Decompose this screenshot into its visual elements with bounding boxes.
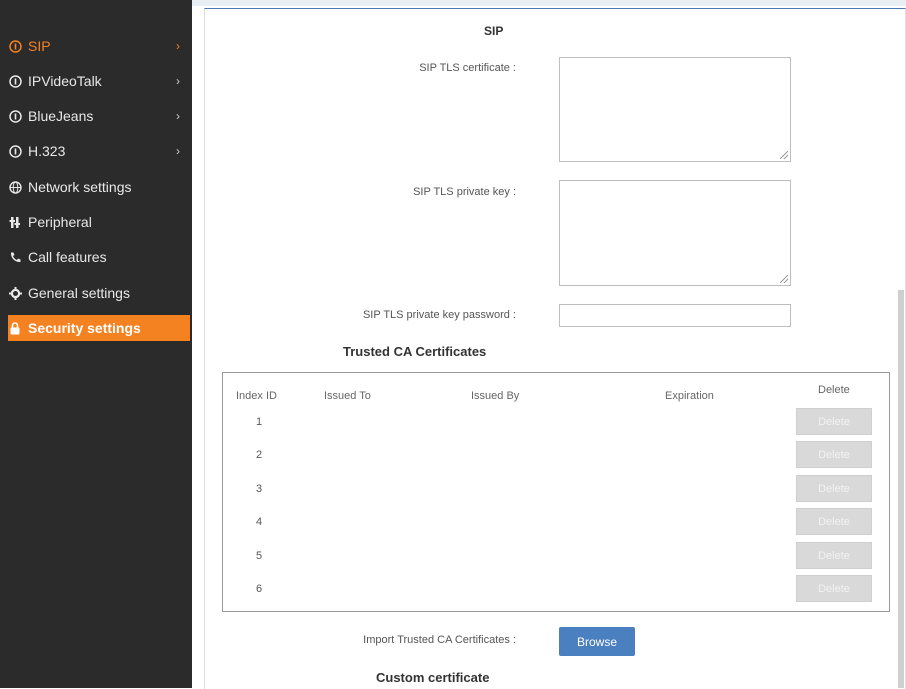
column-header-issued-to: Issued To xyxy=(324,390,371,402)
delete-button[interactable]: Delete xyxy=(796,408,872,435)
delete-button[interactable]: Delete xyxy=(796,508,872,535)
circle-number-icon xyxy=(8,109,22,123)
delete-button[interactable]: Delete xyxy=(796,542,872,569)
section-title: SIP xyxy=(484,24,504,38)
column-header-delete: Delete xyxy=(818,384,850,396)
sidebar-item-label: Peripheral xyxy=(28,214,92,230)
delete-button[interactable]: Delete xyxy=(796,441,872,468)
delete-button[interactable]: Delete xyxy=(796,475,872,502)
import-trusted-ca-label: Import Trusted CA Certificates : xyxy=(363,634,516,646)
sidebar-item-label: Network settings xyxy=(28,179,132,195)
row-index: 2 xyxy=(256,449,263,461)
sidebar-item-label: BlueJeans xyxy=(28,108,94,124)
sidebar-item-call-features[interactable]: Call features xyxy=(8,243,190,271)
peripheral-icon xyxy=(8,215,22,229)
sidebar-item-h323[interactable]: H.323 › xyxy=(8,137,190,165)
row-index: 1 xyxy=(256,416,263,428)
tls-private-key-textarea[interactable] xyxy=(559,180,791,286)
chevron-right-icon: › xyxy=(176,74,180,88)
scrollbar[interactable] xyxy=(898,290,904,688)
lock-icon xyxy=(8,321,22,335)
resize-grip-icon[interactable] xyxy=(780,275,788,283)
row-index: 5 xyxy=(256,550,263,562)
tls-private-key-password-label: SIP TLS private key password : xyxy=(362,309,516,321)
sidebar-item-label: Call features xyxy=(28,249,107,265)
trusted-ca-title: Trusted CA Certificates xyxy=(343,344,487,359)
row-index: 4 xyxy=(256,516,263,528)
sidebar: SIP › IPVideoTalk › BlueJeans › H.323 › … xyxy=(0,0,192,688)
sidebar-item-label: H.323 xyxy=(28,143,66,159)
custom-certificate-title: Custom certificate xyxy=(376,670,490,685)
gear-icon xyxy=(8,286,22,300)
sidebar-item-label: General settings xyxy=(28,285,130,301)
tls-certificate-label: SIP TLS certificate : xyxy=(419,62,516,74)
resize-grip-icon[interactable] xyxy=(780,151,788,159)
chevron-right-icon: › xyxy=(176,144,180,158)
chevron-right-icon: › xyxy=(176,109,180,123)
sidebar-item-security-settings[interactable]: Security settings xyxy=(8,315,190,341)
sidebar-item-label: IPVideoTalk xyxy=(28,73,102,89)
column-header-expiration: Expiration xyxy=(665,390,714,402)
sidebar-item-label: Security settings xyxy=(28,320,141,336)
circle-number-icon xyxy=(8,39,22,53)
chevron-right-icon: › xyxy=(176,39,180,53)
delete-button[interactable]: Delete xyxy=(796,575,872,602)
globe-icon xyxy=(8,180,22,194)
tls-private-key-password-input[interactable] xyxy=(559,304,791,327)
column-header-issued-by: Issued By xyxy=(471,390,520,402)
phone-icon xyxy=(8,250,22,264)
row-index: 6 xyxy=(256,583,263,595)
circle-number-icon xyxy=(8,74,22,88)
circle-number-icon xyxy=(8,144,22,158)
top-bar xyxy=(192,0,906,6)
tls-certificate-textarea[interactable] xyxy=(559,57,791,162)
trusted-ca-table xyxy=(222,372,890,612)
browse-button[interactable]: Browse xyxy=(559,627,635,656)
row-index: 3 xyxy=(256,483,263,495)
sidebar-item-peripheral[interactable]: Peripheral xyxy=(8,208,190,236)
tls-private-key-label: SIP TLS private key : xyxy=(413,186,516,198)
sidebar-item-ipvideotalk[interactable]: IPVideoTalk › xyxy=(8,67,190,95)
sidebar-item-network-settings[interactable]: Network settings xyxy=(8,173,190,201)
sidebar-item-label: SIP xyxy=(28,38,51,54)
column-header-index-id: Index ID xyxy=(236,390,277,402)
sidebar-item-sip[interactable]: SIP › xyxy=(8,32,190,60)
sidebar-item-general-settings[interactable]: General settings xyxy=(8,279,190,307)
sidebar-item-bluejeans[interactable]: BlueJeans › xyxy=(8,102,190,130)
